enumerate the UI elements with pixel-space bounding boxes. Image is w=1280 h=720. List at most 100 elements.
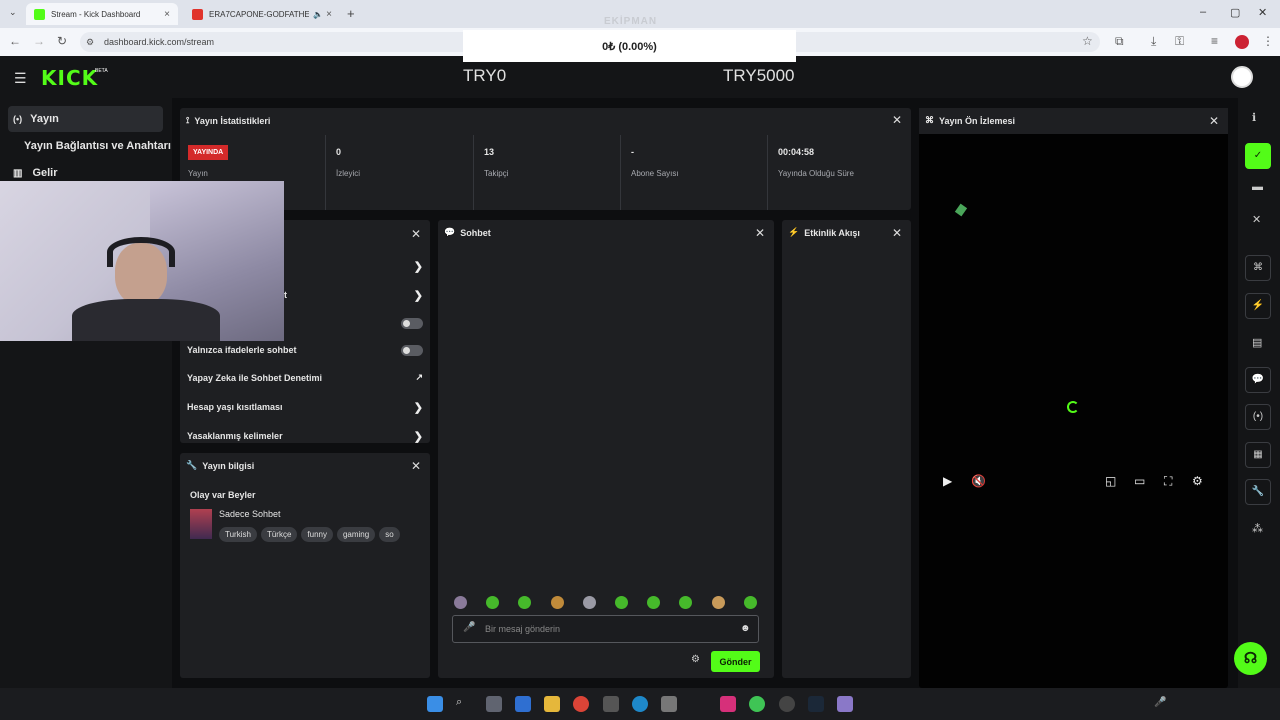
broadcast-toggle-icon[interactable]: (•) <box>1245 404 1271 430</box>
emote-icon[interactable] <box>647 596 660 609</box>
emote-icon[interactable] <box>454 596 467 609</box>
microphone-tray-icon[interactable]: 🎤 <box>1154 697 1166 708</box>
lightning-icon: ⚡ <box>788 227 800 237</box>
miniplayer-icon[interactable]: ◱ <box>1105 474 1116 488</box>
search-icon[interactable]: ⌕ <box>456 696 472 712</box>
close-layout-icon[interactable]: ✕ <box>1252 213 1261 226</box>
lightning-icon[interactable]: ⚡ <box>1245 293 1271 319</box>
notes-icon[interactable]: ▤ <box>1252 336 1262 349</box>
sidebar-item-yayin[interactable]: (•) Yayın <box>8 106 163 132</box>
emote-icon[interactable] <box>583 596 596 609</box>
chat-panel: 💬 Sohbet ✕ 🎤 Bir mesaj gönderin ☻ ⚙ Gönd… <box>438 220 774 678</box>
wrench-icon: 🔧 <box>186 460 198 470</box>
broadcast-icon: ⟟ <box>186 115 190 125</box>
instagram-icon[interactable] <box>720 696 736 712</box>
emote-icon[interactable] <box>744 596 757 609</box>
task-view-icon[interactable] <box>486 696 502 712</box>
settings-gear-icon[interactable]: ⚙ <box>1192 474 1203 488</box>
app-icon[interactable] <box>603 696 619 712</box>
mute-icon[interactable]: 🔇 <box>971 474 986 488</box>
close-icon[interactable]: ✕ <box>892 113 902 127</box>
close-icon[interactable]: ✕ <box>411 459 421 473</box>
file-explorer-icon[interactable] <box>544 696 560 712</box>
right-tool-rail: ℹ ✓ ▬ ✕ ⌘ ⚡ ▤ 💬 (•) ▦ 🔧 ⁂ <box>1238 98 1280 688</box>
chat-message-input[interactable]: 🎤 Bir mesaj gönderin ☻ <box>452 615 759 643</box>
wrench-toggle-icon[interactable]: 🔧 <box>1245 479 1271 505</box>
goal-current: TRY0 <box>463 66 507 85</box>
chrome-icon[interactable] <box>573 696 589 712</box>
close-icon[interactable]: ✕ <box>1209 114 1219 128</box>
download-icon[interactable]: ⤓ <box>1151 34 1156 49</box>
new-tab-button[interactable]: + <box>347 6 355 21</box>
microphone-icon[interactable]: 🎤 <box>463 622 475 633</box>
browser-menu-icon[interactable]: ⋮ <box>1262 34 1274 48</box>
setting-row[interactable]: Yasaklanmış kelimeler ❯ <box>187 431 423 445</box>
layout-icon[interactable]: ▬ <box>1252 181 1263 193</box>
password-icon[interactable]: ⚿ <box>1175 34 1184 49</box>
clock-app-icon[interactable] <box>779 696 795 712</box>
settings-toggle-icon[interactable]: ▦ <box>1245 442 1271 468</box>
emote-icon[interactable] <box>679 596 692 609</box>
tag: gaming <box>336 527 376 542</box>
tab-kick-dashboard[interactable]: Stream - Kick Dashboard × <box>26 3 178 25</box>
setting-row[interactable]: Hesap yaşı kısıtlaması ❯ <box>187 402 423 416</box>
emoji-icon[interactable]: ☻ <box>740 623 751 634</box>
edge-icon[interactable] <box>632 696 648 712</box>
external-link-icon: ↗ <box>415 372 423 382</box>
tab-close-icon[interactable]: × <box>164 9 170 20</box>
close-icon[interactable]: ✕ <box>892 226 902 240</box>
tab-close-icon[interactable]: × <box>326 9 332 20</box>
chat-toggle-icon[interactable]: 💬 <box>1245 367 1271 393</box>
emote-icon[interactable] <box>518 596 531 609</box>
tag: funny <box>301 527 333 542</box>
whatsapp-icon[interactable] <box>749 696 765 712</box>
maximize-button[interactable]: ▢ <box>1230 6 1240 19</box>
preview-toggle-icon[interactable]: ⌘ <box>1245 255 1271 281</box>
back-icon[interactable]: ← <box>9 34 21 48</box>
tab-title: ERA7CAPONE-GODFATHER <box>209 9 309 19</box>
bookmark-star-icon[interactable]: ☆ <box>1082 34 1093 48</box>
hamburger-menu-icon[interactable]: ☰ <box>14 70 27 87</box>
obs-icon[interactable] <box>661 696 677 712</box>
youtube-favicon-icon <box>192 8 203 20</box>
fullscreen-icon[interactable]: ⛶ <box>1164 474 1172 489</box>
theater-mode-icon[interactable]: ▭ <box>1134 474 1145 488</box>
profile-avatar[interactable] <box>1235 35 1249 49</box>
extensions-icon[interactable]: ⧉ <box>1115 34 1124 49</box>
play-icon[interactable]: ▶ <box>943 474 952 488</box>
emote-icon[interactable] <box>615 596 628 609</box>
info-icon[interactable]: ℹ <box>1252 111 1256 124</box>
app-icon[interactable] <box>837 696 853 712</box>
preview-icon: ⌘ <box>925 115 934 125</box>
send-button[interactable]: Gönder <box>711 651 760 672</box>
chat-settings-gear-icon[interactable]: ⚙ <box>691 654 700 665</box>
tab-youtube[interactable]: ERA7CAPONE-GODFATHER 🔈 × <box>184 3 340 25</box>
emote-only-toggle[interactable] <box>401 345 423 356</box>
minimize-button[interactable]: – <box>1200 6 1206 18</box>
tab-search-icon[interactable]: ⌄ <box>9 7 17 18</box>
site-info-icon[interactable]: ⚙ <box>86 37 94 48</box>
media-icon[interactable]: ≡ <box>1211 34 1218 48</box>
emote-icon[interactable] <box>551 596 564 609</box>
emote-icon[interactable] <box>486 596 499 609</box>
kick-logo[interactable]: KICK <box>41 66 98 90</box>
close-window-button[interactable]: ✕ <box>1258 6 1267 19</box>
store-icon[interactable] <box>515 696 531 712</box>
close-icon[interactable]: ✕ <box>411 227 421 241</box>
setting-row[interactable]: Yapay Zeka ile Sohbet Denetimi ↗ <box>187 372 423 387</box>
reload-icon[interactable]: ↻ <box>57 34 67 48</box>
support-headset-icon[interactable]: ☊ <box>1234 642 1267 675</box>
stat-label: Abone Sayısı <box>631 169 679 178</box>
steam-icon[interactable] <box>808 696 824 712</box>
close-icon[interactable]: ✕ <box>755 226 765 240</box>
share-icon[interactable]: ⁂ <box>1252 522 1263 535</box>
sidebar-item-stream-key[interactable]: Yayın Bağlantısı ve Anahtarı <box>24 133 172 159</box>
toggle-switch[interactable] <box>401 318 423 329</box>
forward-icon[interactable]: → <box>33 34 45 48</box>
live-badge: YAYINDA <box>188 145 229 160</box>
emote-icon[interactable] <box>712 596 725 609</box>
windows-start-icon[interactable] <box>427 696 443 712</box>
check-icon[interactable]: ✓ <box>1245 143 1271 169</box>
user-avatar[interactable] <box>1231 66 1253 88</box>
stat-uptime: 00:04:58 Yayında Olduğu Süre <box>767 135 911 210</box>
